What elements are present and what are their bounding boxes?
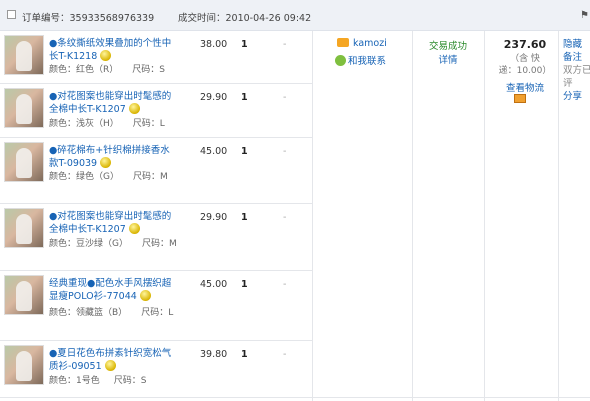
product-attrs: 颜色：豆沙绿（G） 尺码：M (49, 238, 189, 251)
order-time: 成交时间：2010-04-26 09:42 (178, 13, 312, 24)
wangwang-icon (337, 38, 349, 47)
product-size: 尺码：M (141, 239, 177, 249)
item-price: 45.00 (200, 279, 228, 290)
item-refund-status: - (283, 279, 287, 290)
order-number: 订单编号：35933568976339 (22, 13, 155, 24)
view-logistics-link[interactable]: 查看物流 (494, 80, 556, 94)
order-item-row: ●碎花棉布+针织棉拼接香水款T-09039 颜色：绿色（G） 尺码：M 45.00… (0, 138, 312, 204)
product-title[interactable]: ●对花图案也能穿出时髦感的全棉中长T-K1207 (49, 210, 174, 236)
rate-status: 双方已评 (563, 65, 590, 89)
item-price: 39.80 (200, 349, 228, 360)
product-thumbnail[interactable] (4, 142, 44, 182)
truck-icon[interactable] (514, 94, 526, 103)
product-color: 颜色：豆沙绿（G） (49, 239, 128, 249)
trade-status: 交易成功 (428, 41, 467, 52)
product-thumbnail[interactable] (4, 88, 44, 128)
product-attrs: 颜色：领藏篮（B） 尺码：L (49, 307, 189, 320)
item-refund-status: - (283, 146, 287, 157)
order-item-row: ●夏日花色布拼素针织宽松气质衫-09051 颜色：1号色 尺码：S 39.80 1… (0, 341, 312, 397)
product-attrs: 颜色：浅灰（H） 尺码：L (49, 118, 199, 131)
note-link[interactable]: 备注 (563, 51, 590, 64)
product-size: 尺码：S (113, 376, 147, 386)
product-thumbnail[interactable] (4, 35, 44, 75)
product-color: 颜色：红色（R） (49, 65, 119, 75)
shipping-fee: （含 快递：10.00） (498, 54, 552, 76)
product-color: 颜色：1号色 (49, 376, 100, 386)
item-refund-status: - (283, 92, 287, 103)
column-divider (484, 31, 485, 401)
contact-me-button[interactable]: 和我联系 (335, 53, 386, 67)
column-divider (558, 31, 559, 401)
product-size: 尺码：S (132, 65, 165, 75)
order-header: 订单编号：35933568976339 成交时间：2010-04-26 09:4… (0, 0, 590, 31)
product-thumbnail[interactable] (4, 275, 44, 315)
product-size: 尺码：L (132, 119, 165, 129)
item-quantity: 1 (241, 279, 248, 290)
item-price: 29.90 (200, 92, 228, 103)
product-color: 颜色：领藏篮（B） (49, 308, 128, 318)
item-refund-status: - (283, 39, 287, 50)
product-badge-icon (100, 157, 112, 168)
order-item-row: ●条纹撕纸效果叠加的个性中长T-K1218 颜色：红色（R） 尺码：S 38.00… (0, 31, 312, 84)
bottom-border (0, 397, 590, 398)
item-quantity: 1 (241, 92, 248, 103)
product-badge-icon (139, 290, 151, 301)
product-attrs: 颜色：绿色（G） 尺码：M (49, 171, 189, 184)
item-refund-status: - (283, 212, 287, 223)
column-divider (312, 31, 313, 401)
share-link[interactable]: 分享 (563, 90, 590, 103)
item-quantity: 1 (241, 212, 248, 223)
order-item-row: ●对花图案也能穿出时髦感的全棉中长T-K1207 颜色：浅灰（H） 尺码：L 29… (0, 84, 312, 138)
product-badge-icon (104, 360, 116, 371)
product-title[interactable]: ●对花图案也能穿出时髦感的全棉中长T-K1207 (49, 90, 174, 116)
order-detail-link[interactable]: 详情 (412, 52, 484, 66)
flag-icon[interactable]: ⚑ (580, 10, 589, 21)
item-refund-status: - (283, 349, 287, 360)
product-badge-icon (128, 103, 140, 114)
item-quantity: 1 (241, 146, 248, 157)
item-price: 38.00 (200, 39, 228, 50)
product-color: 颜色：绿色（G） (49, 172, 119, 182)
product-size: 尺码：L (141, 308, 174, 318)
product-attrs: 颜色：1号色 尺码：S (49, 375, 199, 388)
product-title[interactable]: ●条纹撕纸效果叠加的个性中长T-K1218 (49, 37, 174, 63)
product-attrs: 颜色：红色（R） 尺码：S (49, 64, 199, 77)
order-checkbox[interactable] (7, 10, 16, 19)
order-total: 237.60 (503, 38, 547, 51)
product-title[interactable]: ●碎花棉布+针织棉拼接香水款T-09039 (49, 144, 174, 170)
product-badge-icon (128, 223, 140, 234)
item-price: 45.00 (200, 146, 228, 157)
order-operations: 隐藏 备注 双方已评 分享 (563, 38, 590, 103)
product-title[interactable]: ●夏日花色布拼素针织宽松气质衫-09051 (49, 347, 174, 373)
product-title[interactable]: 经典重现●配色水手风摆织超显瘦POLO衫-77044 (49, 277, 174, 303)
item-price: 29.90 (200, 212, 228, 223)
product-size: 尺码：M (132, 172, 168, 182)
item-quantity: 1 (241, 349, 248, 360)
hide-link[interactable]: 隐藏 (563, 38, 590, 51)
order-item-row: ●对花图案也能穿出时髦感的全棉中长T-K1207 颜色：豆沙绿（G） 尺码：M 2… (0, 204, 312, 271)
column-divider (412, 31, 413, 401)
item-quantity: 1 (241, 39, 248, 50)
product-badge-icon (100, 50, 112, 61)
buyer-name[interactable]: kamozi (337, 38, 387, 49)
product-color: 颜色：浅灰（H） (49, 119, 119, 129)
product-thumbnail[interactable] (4, 345, 44, 385)
chat-icon (335, 55, 346, 66)
order-item-row: 经典重现●配色水手风摆织超显瘦POLO衫-77044 颜色：领藏篮（B） 尺码：L… (0, 271, 312, 341)
product-thumbnail[interactable] (4, 208, 44, 248)
